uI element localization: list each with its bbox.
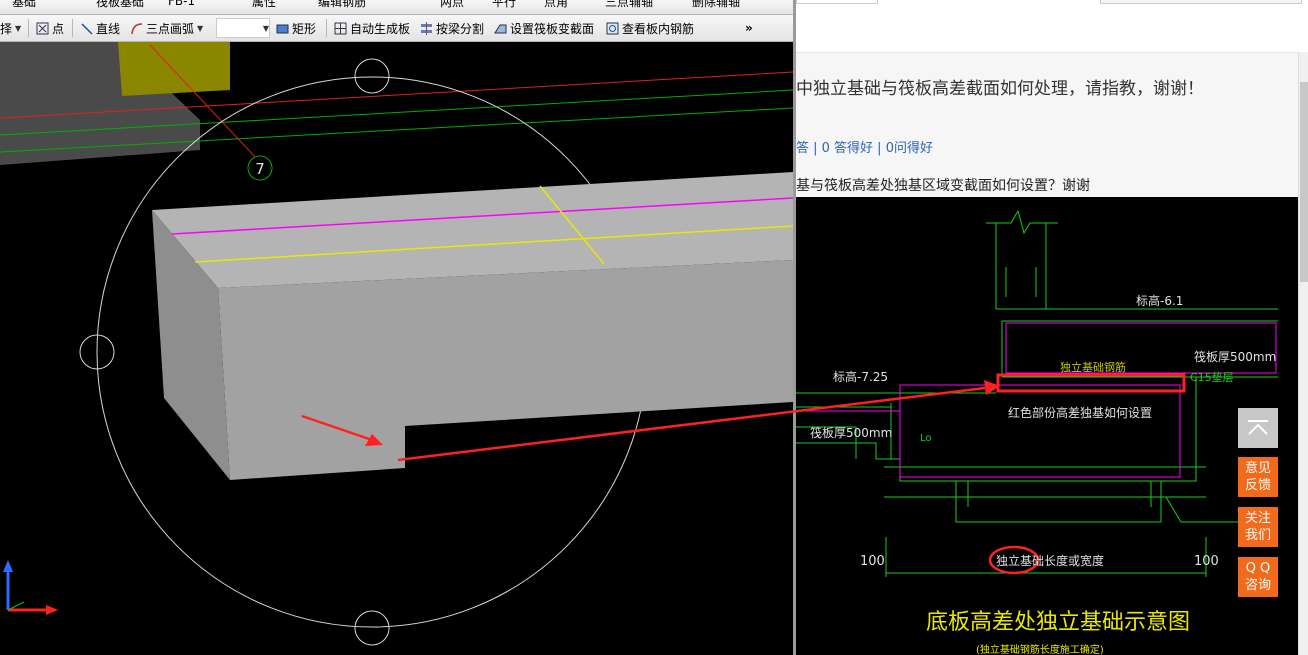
auto-gen-label: 自动生成板 <box>350 21 411 36</box>
split-by-beam-button[interactable]: 按梁分割 <box>420 15 484 41</box>
point-label: 点 <box>52 21 65 36</box>
toolbar-divider <box>28 19 29 37</box>
drawing-caption: 底板高差处独立基础示意图 <box>926 610 1190 635</box>
line-label: 直线 <box>96 21 121 36</box>
arc-param-dropdown[interactable]: ▼ <box>216 18 270 38</box>
browser-panel: 中独立基础与筏板高差截面如何处理，请指教，谢谢！ 答 | 0 答得好 | 0问得… <box>796 0 1308 655</box>
question-stats[interactable]: 答 | 0 答得好 | 0问得好 <box>796 137 933 156</box>
toolbar-divider <box>326 19 327 37</box>
axis-marker-label: 7 <box>255 160 265 178</box>
delete-aux-button[interactable]: 删除辅轴 <box>692 0 741 9</box>
two-point-label: 两点 <box>440 0 465 9</box>
qq-consult-button[interactable]: Q Q 咨询 <box>1238 557 1278 597</box>
point-angle-button[interactable]: 点角 <box>544 0 569 9</box>
dim-left-label: 100 <box>860 554 885 569</box>
chevron-down-icon: ▼ <box>262 23 269 33</box>
arc-label: 三点画弧 <box>146 21 195 36</box>
toolbar-top: 基础 筏板基础 FB-1 属性 编辑钢筋 两点 平行 点角 三点辅轴 删除辅轴 <box>0 0 793 15</box>
type-field[interactable]: 筏板基础 <box>96 0 145 9</box>
chevron-down-icon: ▼ <box>15 23 22 33</box>
section-icon <box>494 24 507 33</box>
note-label: 红色部份高差独基如何设置 <box>1008 405 1152 420</box>
set-section-label: 设置筏板变截面 <box>510 21 595 36</box>
c15-label: C15垫层 <box>1190 370 1234 384</box>
base-field[interactable]: 基础 <box>12 0 37 9</box>
chevron-up-icon <box>1248 420 1268 435</box>
raft-right-label: 筏板厚500mm <box>1194 350 1276 364</box>
page-scrollbar[interactable] <box>1298 52 1308 655</box>
overflow-icon: » <box>745 21 753 35</box>
delete-aux-label: 删除辅轴 <box>692 0 741 9</box>
arc-button[interactable]: 三点画弧 ▼ <box>130 15 203 41</box>
toolbar-overflow-button[interactable]: » <box>745 15 753 41</box>
point-icon <box>36 22 49 34</box>
drawing-subcaption: (独立基础钢筋长度施工确定) <box>976 643 1104 655</box>
id-field[interactable]: FB-1 <box>168 0 195 8</box>
two-point-button[interactable]: 两点 <box>440 0 465 9</box>
feedback-button[interactable]: 意见 反馈 <box>1238 457 1278 497</box>
edit-rebar-button[interactable]: 编辑钢筋 <box>318 0 367 9</box>
parallel-label: 平行 <box>492 0 517 9</box>
set-section-button[interactable]: 设置筏板变截面 <box>494 15 594 41</box>
header-tab-right[interactable] <box>1100 0 1302 4</box>
question-body: 基与筏板高差处独基区域变截面如何设置？谢谢 <box>796 178 1090 194</box>
select-dropdown[interactable]: 择 ▼ <box>0 15 21 41</box>
page-header <box>796 0 1308 53</box>
back-to-top-button[interactable] <box>1238 408 1278 448</box>
edit-rebar-label: 编辑钢筋 <box>318 0 367 9</box>
view-rebar-label: 查看板内钢筋 <box>622 21 695 36</box>
scroll-thumb[interactable] <box>1300 82 1308 282</box>
line-button[interactable]: 直线 <box>80 15 120 41</box>
three-point-aux-label: 三点辅轴 <box>605 0 654 9</box>
split-icon <box>421 21 432 35</box>
three-point-aux-button[interactable]: 三点辅轴 <box>605 0 654 9</box>
question-title: 中独立基础与筏板高差截面如何处理，请指教，谢谢！ <box>796 79 1204 99</box>
split-by-beam-label: 按梁分割 <box>436 21 485 36</box>
question-image: 标高-6.1 标高-7.25 筏板厚500mm 筏板厚500mm 独立基础钢筋 … <box>796 197 1298 655</box>
grid-icon <box>334 22 347 34</box>
follow-button[interactable]: 关注 我们 <box>1238 507 1278 547</box>
raft-left-label: 筏板厚500mm <box>810 426 892 440</box>
point-button[interactable]: 点 <box>36 15 64 41</box>
view-rebar-button[interactable]: 查看板内钢筋 <box>606 15 694 41</box>
header-tab-left[interactable] <box>796 0 878 4</box>
olive-column-block <box>118 42 230 96</box>
parallel-button[interactable]: 平行 <box>492 0 517 9</box>
toolbar-main: 择 ▼ 点 直线 三点画弧 ▼ ▼ 矩形 自动生成板 按梁分割 设置筏板变截面 … <box>0 15 793 42</box>
lo-label: Lo <box>920 433 932 444</box>
cad-3d-viewport[interactable]: 7 <box>0 0 793 655</box>
toolbar-divider <box>72 19 73 37</box>
pad-rebar-label: 独立基础钢筋 <box>1060 360 1126 374</box>
dim-right-label: 100 <box>1194 554 1219 569</box>
base-field-value: 基础 <box>12 0 37 9</box>
view-rebar-icon <box>606 22 619 34</box>
cad-window: 7 基础 筏板基础 FB-1 属性 编辑钢筋 两点 平行 点角 三点辅轴 删除辅… <box>0 0 793 655</box>
width-label: 独立基础长度或宽度 <box>996 553 1104 568</box>
rect-button[interactable]: 矩形 <box>276 15 316 41</box>
select-label: 择 <box>0 21 13 36</box>
attr-button[interactable]: 属性 <box>252 0 277 9</box>
chevron-down-icon: ▼ <box>197 23 204 33</box>
rect-icon <box>276 24 289 33</box>
question-card: 中独立基础与筏板高差截面如何处理，请指教，谢谢！ 答 | 0 答得好 | 0问得… <box>796 53 1308 197</box>
elev-right-label: 标高-6.1 <box>1136 293 1183 308</box>
id-field-value: FB-1 <box>168 0 196 8</box>
point-angle-label: 点角 <box>544 0 569 9</box>
type-field-value: 筏板基础 <box>96 0 145 9</box>
elev-left-label: 标高-7.25 <box>833 369 888 384</box>
auto-gen-button[interactable]: 自动生成板 <box>334 15 410 41</box>
rect-label: 矩形 <box>292 21 317 36</box>
attr-label: 属性 <box>252 0 277 9</box>
line-icon <box>81 22 93 35</box>
arc-icon <box>131 22 143 34</box>
